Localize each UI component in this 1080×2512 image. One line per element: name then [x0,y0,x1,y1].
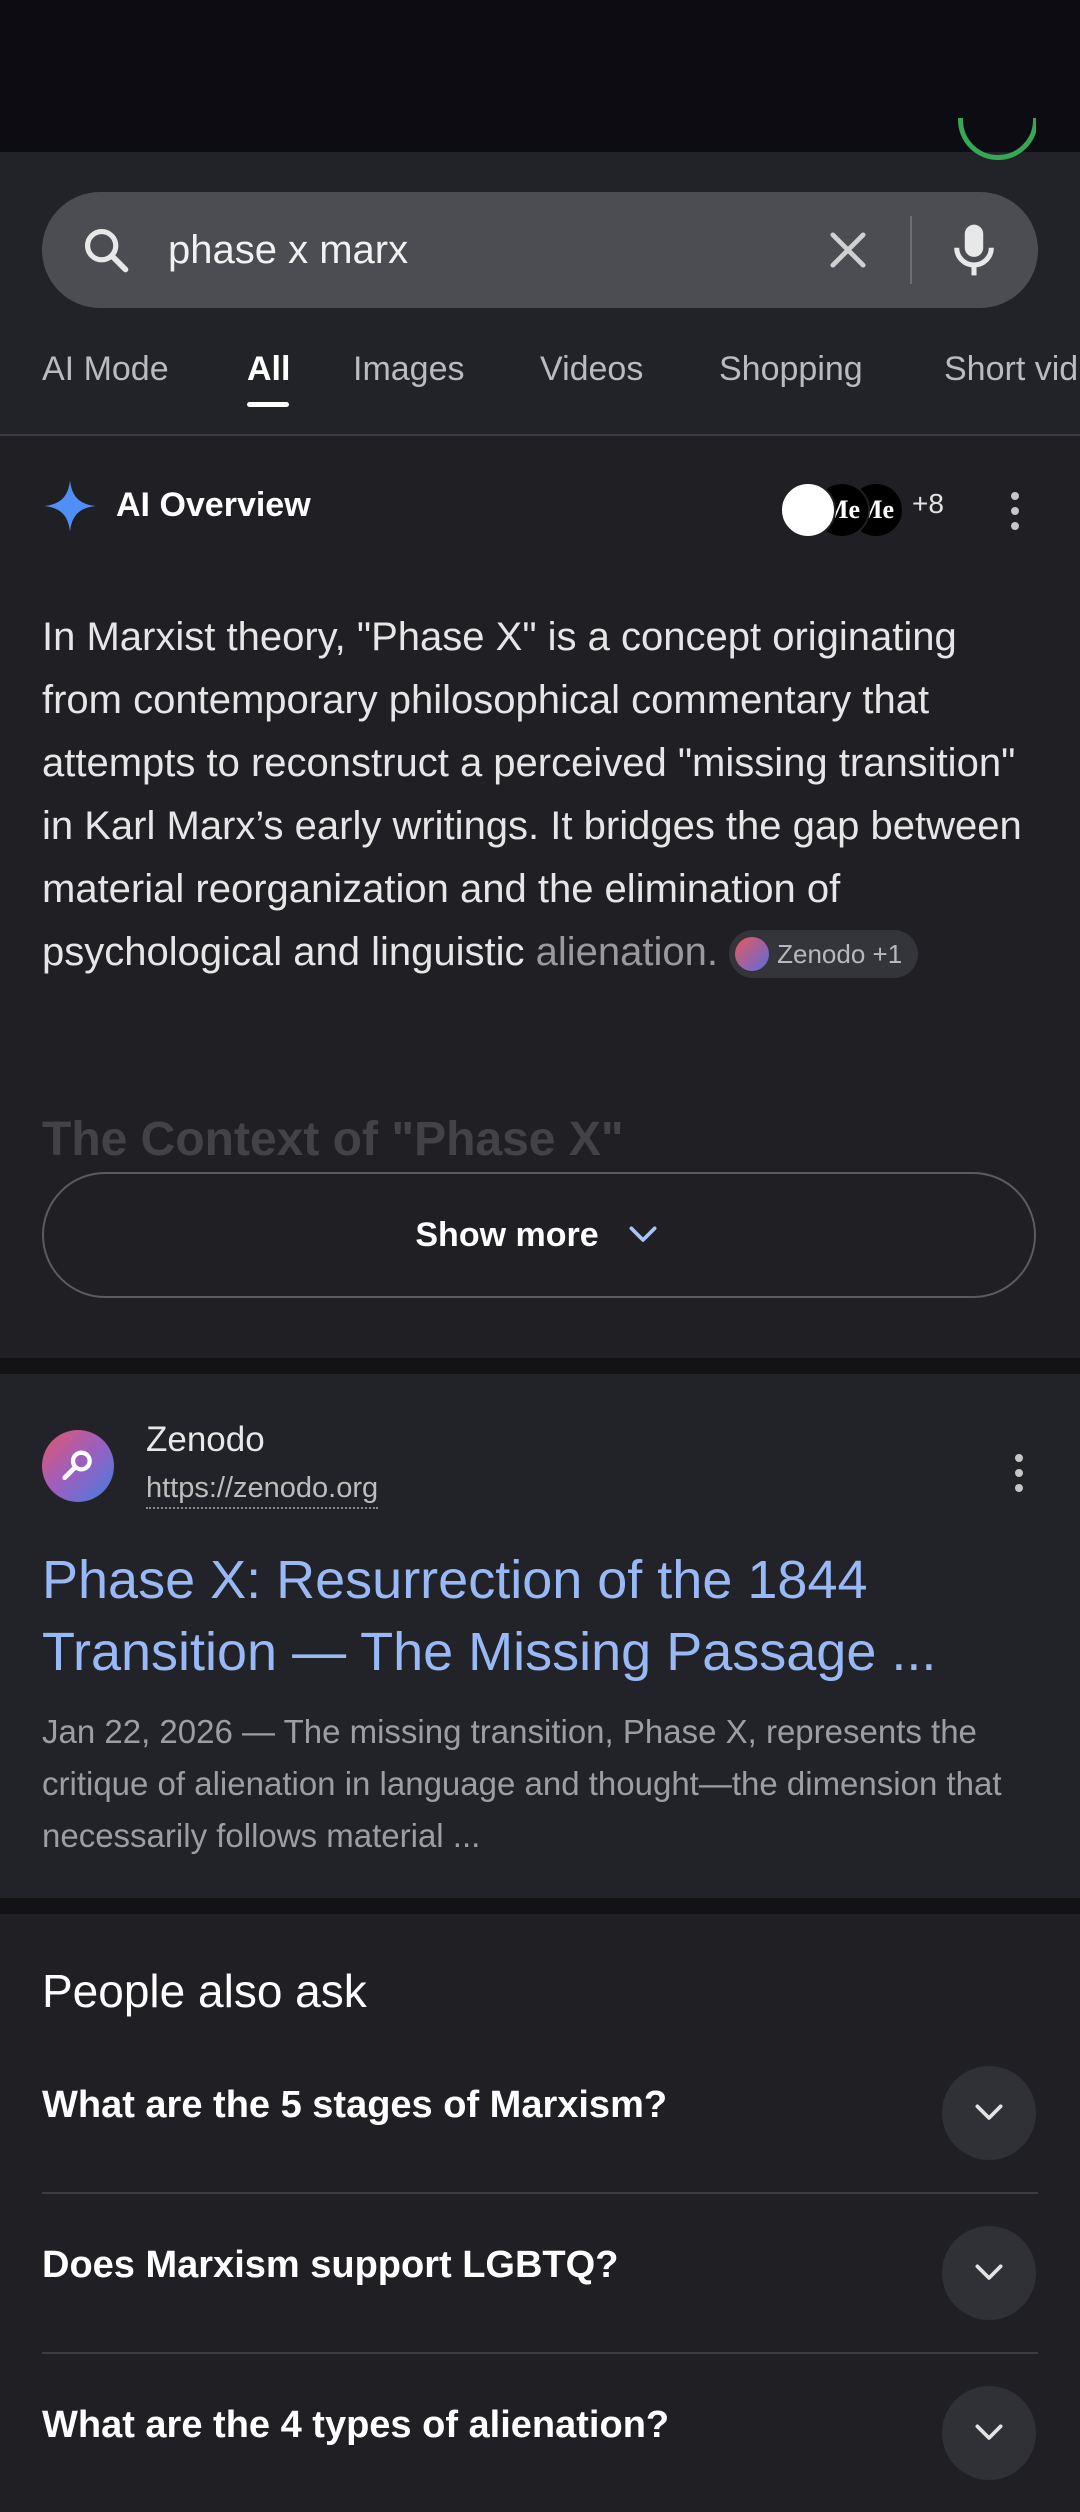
question-item[interactable]: What are the 4 types of alienation? [42,2354,1038,2512]
tab-short-videos[interactable]: Short vid [944,350,1078,389]
chevron-down-icon [975,2104,1003,2120]
source-avatars[interactable]: Me Me [780,482,910,538]
more-options-icon[interactable] [1010,492,1020,532]
result-site-name[interactable]: Zenodo [146,1420,265,1460]
tab-ai-mode[interactable]: AI Mode [42,350,169,389]
zenodo-favicon [42,1430,114,1502]
expand-button[interactable] [942,2066,1036,2160]
search-icon[interactable] [80,224,132,276]
ai-overview-body: In Marxist theory, "Phase X" is a concep… [42,615,1022,974]
tab-images[interactable]: Images [353,350,465,389]
faded-section-heading: The Context of "Phase X" [42,1113,624,1166]
question-text[interactable]: Does Marxism support LGBTQ? [42,2244,618,2287]
sparkle-icon [44,480,96,532]
expand-button[interactable] [942,2226,1036,2320]
magnifier-logo-icon [62,1450,92,1480]
expand-button[interactable] [942,2386,1036,2480]
people-also-ask: People also ask What are the 5 stages of… [0,1914,1080,2480]
people-also-ask-title: People also ask [42,1965,367,2017]
question-item[interactable]: What are the 5 stages of Marxism? [42,2034,1038,2194]
question-text[interactable]: What are the 5 stages of Marxism? [42,2084,667,2127]
ai-overview: AI Overview Me Me +8 In Marxist theory, … [0,436,1080,1358]
section-separator [0,1358,1080,1374]
microphone-icon[interactable] [946,220,1002,280]
result-snippet: Jan 22, 2026 — The missing transition, P… [42,1713,1002,1854]
status-bar [0,0,1080,152]
search-divider [910,216,912,284]
chevron-down-icon [629,1226,657,1242]
account-avatar-ring[interactable] [954,118,1036,160]
chevron-down-icon [975,2264,1003,2280]
ai-overview-body-end: alienation. [535,930,718,974]
search-result[interactable]: Zenodo https://zenodo.org Phase X: Resur… [0,1374,1080,1898]
source-chip[interactable]: Zenodo +1 [729,930,919,979]
tab-all[interactable]: All [247,350,290,389]
clear-icon[interactable] [822,224,874,276]
tab-shopping[interactable]: Shopping [719,350,863,389]
result-title-link[interactable]: Phase X: Resurrection of the 1844 Transi… [42,1544,1042,1688]
result-more-options-icon[interactable] [1014,1454,1024,1494]
tab-videos[interactable]: Videos [540,350,643,389]
source-chip-label: Zenodo +1 [777,939,903,970]
section-separator [0,1898,1080,1914]
search-bar[interactable]: phase x marx [42,192,1038,308]
search-input[interactable]: phase x marx [168,222,408,278]
ai-overview-text: In Marxist theory, "Phase X" is a concep… [42,606,1042,984]
question-item[interactable]: Does Marxism support LGBTQ? [42,2194,1038,2354]
show-more-button[interactable]: Show more [42,1172,1036,1298]
zenodo-mini-icon [735,937,770,972]
search-tabs: AI Mode All Images Videos Shopping Short… [0,340,1080,434]
ai-overview-title: AI Overview [116,486,311,524]
result-url[interactable]: https://zenodo.org [146,1472,379,1509]
active-tab-indicator [247,402,289,407]
show-more-label: Show more [415,1215,599,1254]
source-avatar [780,482,836,538]
chevron-down-icon [975,2424,1003,2440]
question-text[interactable]: What are the 4 types of alienation? [42,2404,669,2447]
more-sources-count[interactable]: +8 [912,488,944,520]
